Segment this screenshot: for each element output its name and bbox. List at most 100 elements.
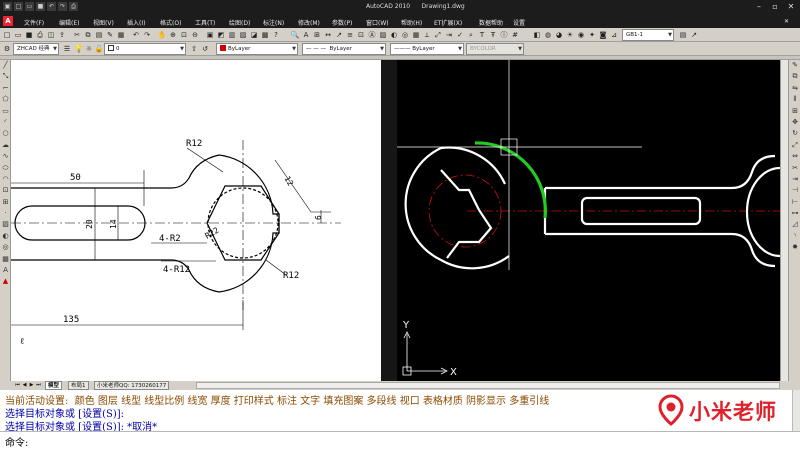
command-input[interactable]	[42, 433, 642, 445]
workspace-icon[interactable]: ⚙	[2, 44, 12, 54]
gradient-icon[interactable]: ◐	[389, 30, 399, 40]
menu-window[interactable]: 窗口(W)	[366, 18, 389, 27]
spell-icon[interactable]: ✓	[455, 30, 465, 40]
publish-icon[interactable]: ⇪	[57, 30, 67, 40]
tab-model[interactable]: 模型	[45, 381, 63, 390]
break-at-point-icon[interactable]: ⊣	[789, 185, 800, 196]
pan-icon[interactable]: ✋	[157, 30, 167, 40]
explode-icon[interactable]: ✸	[789, 242, 800, 253]
lights-icon[interactable]: ✦	[587, 30, 597, 40]
multileader-icon[interactable]: ↗	[334, 30, 344, 40]
color-select[interactable]: ByLayer ▼	[216, 43, 298, 55]
menu-tools[interactable]: 工具(T)	[195, 18, 215, 27]
selected-arc[interactable]	[474, 141, 547, 219]
undo-icon[interactable]: ↶	[47, 2, 56, 11]
scale-icon[interactable]: ⤢	[789, 140, 800, 151]
arc-icon[interactable]: ◜	[0, 117, 11, 128]
plot-icon[interactable]: ⎙	[35, 30, 45, 40]
copy-icon[interactable]: ⧉	[83, 30, 93, 40]
materials-icon[interactable]: ◉	[576, 30, 586, 40]
layer-select[interactable]: 0 ▼	[104, 43, 186, 55]
line-icon[interactable]: ╱	[0, 60, 11, 71]
field-icon[interactable]: #	[510, 30, 520, 40]
new-icon[interactable]: □	[14, 2, 23, 11]
layer-states-icon[interactable]: ≡	[345, 30, 355, 40]
visual-style-icon[interactable]: ◕	[554, 30, 564, 40]
make-block-icon[interactable]: ⊞	[0, 197, 11, 208]
redo-icon[interactable]: ↷	[58, 2, 67, 11]
region-icon[interactable]: ◎	[0, 242, 11, 253]
design-center-icon[interactable]: ◩	[216, 30, 226, 40]
save-icon[interactable]: ■	[24, 30, 34, 40]
copy-icon[interactable]: ⧉	[789, 71, 800, 82]
undo-icon[interactable]: ↶	[131, 30, 141, 40]
dimstyle-select[interactable]: GB1-1 ▼	[622, 29, 674, 41]
table-icon[interactable]: ⊞	[312, 30, 322, 40]
close-button[interactable]: ✕	[784, 1, 798, 12]
sheet-set-icon[interactable]: ▧	[238, 30, 248, 40]
layer-lock-icon[interactable]: 🔓	[94, 44, 104, 54]
rotate-icon[interactable]: ↻	[789, 128, 800, 139]
workspace-select[interactable]: ZHCAD 经典 ▼	[13, 43, 59, 55]
zoom-icon[interactable]: 🔍	[290, 30, 300, 40]
mtext-icon[interactable]: Ⓐ	[367, 30, 377, 40]
text-icon[interactable]: T	[477, 30, 487, 40]
layer-previous-icon[interactable]: ↺	[200, 44, 210, 54]
plotstyle-select[interactable]: BYCOLOR ▼	[466, 43, 524, 55]
spline-icon[interactable]: ∿	[0, 151, 11, 162]
next-tab-icon[interactable]: ▶	[28, 382, 35, 389]
circle-icon[interactable]: ○	[0, 128, 11, 139]
open-icon[interactable]: ▭	[25, 2, 34, 11]
construction-line-icon[interactable]: ⤡	[0, 71, 11, 82]
block-editor-icon[interactable]: ▦	[116, 30, 126, 40]
menu-data-help[interactable]: 数据帮助	[479, 18, 503, 27]
rectangle-icon[interactable]: ▭	[0, 106, 11, 117]
markup-icon[interactable]: ◪	[249, 30, 259, 40]
open-icon[interactable]: ▭	[13, 30, 23, 40]
chamfer-icon[interactable]: ◿	[789, 219, 800, 230]
linetype-select[interactable]: — — — ByLayer ▼	[302, 43, 386, 55]
array-icon[interactable]: ⊞	[789, 106, 800, 117]
trim-icon[interactable]: ✂	[789, 163, 800, 174]
revision-cloud-icon[interactable]: ☁	[0, 140, 11, 151]
render-icon[interactable]: ☀	[565, 30, 575, 40]
layer-freeze-icon[interactable]: ☼	[84, 44, 94, 54]
zoom-realtime-icon[interactable]: ⊕	[168, 30, 178, 40]
3d-orbit-icon[interactable]: ◍	[543, 30, 553, 40]
offset-icon[interactable]: ⫴	[789, 94, 800, 105]
gradient-icon[interactable]: ◐	[0, 231, 11, 242]
menu-edit[interactable]: 编辑(E)	[59, 18, 79, 27]
tab-extra[interactable]: 小米老师QQ: 1730260177	[94, 381, 170, 390]
polyline-icon[interactable]: ⌐	[0, 83, 11, 94]
save-icon[interactable]: ■	[36, 2, 45, 11]
table-insert-icon[interactable]: ▦	[411, 30, 421, 40]
erase-icon[interactable]: ✎	[789, 60, 800, 71]
move-icon[interactable]: ✥	[789, 117, 800, 128]
menu-modify[interactable]: 修改(M)	[298, 18, 320, 27]
menu-help[interactable]: 帮助(H)	[401, 18, 422, 27]
zoom-window-icon[interactable]: ⊡	[179, 30, 189, 40]
menu-file[interactable]: 文件(F)	[24, 18, 44, 27]
menu-dimension[interactable]: 标注(N)	[263, 18, 284, 27]
align-icon[interactable]: ⇥	[444, 30, 454, 40]
horizontal-scrollbar[interactable]	[196, 382, 780, 389]
layer-properties-icon[interactable]: ☰	[62, 44, 72, 54]
hatch-icon[interactable]: ▨	[0, 219, 11, 230]
vertical-scrollbar[interactable]	[780, 60, 788, 381]
app-menu-icon[interactable]: ▣	[3, 2, 12, 11]
hatch-icon[interactable]: ▨	[378, 30, 388, 40]
menu-close-icon[interactable]: ✕	[784, 18, 789, 25]
calculator-icon[interactable]: ▩	[260, 30, 270, 40]
menu-view[interactable]: 视图(V)	[93, 18, 114, 27]
maximize-button[interactable]: ▫	[768, 1, 782, 12]
make-current-layer-icon[interactable]: ⇧	[189, 44, 199, 54]
autocad-logo-icon[interactable]: A	[3, 16, 13, 26]
camera-icon[interactable]: ◙	[598, 30, 608, 40]
menu-draw[interactable]: 绘图(D)	[229, 18, 250, 27]
ellipse-icon[interactable]: ⬭	[0, 163, 11, 174]
scale-icon[interactable]: ⤢	[433, 30, 443, 40]
dim-style-icon[interactable]: ↔	[323, 30, 333, 40]
paste-icon[interactable]: ▤	[94, 30, 104, 40]
edit-text-icon[interactable]: Ŧ	[488, 30, 498, 40]
polygon-icon[interactable]: ⬠	[0, 94, 11, 105]
